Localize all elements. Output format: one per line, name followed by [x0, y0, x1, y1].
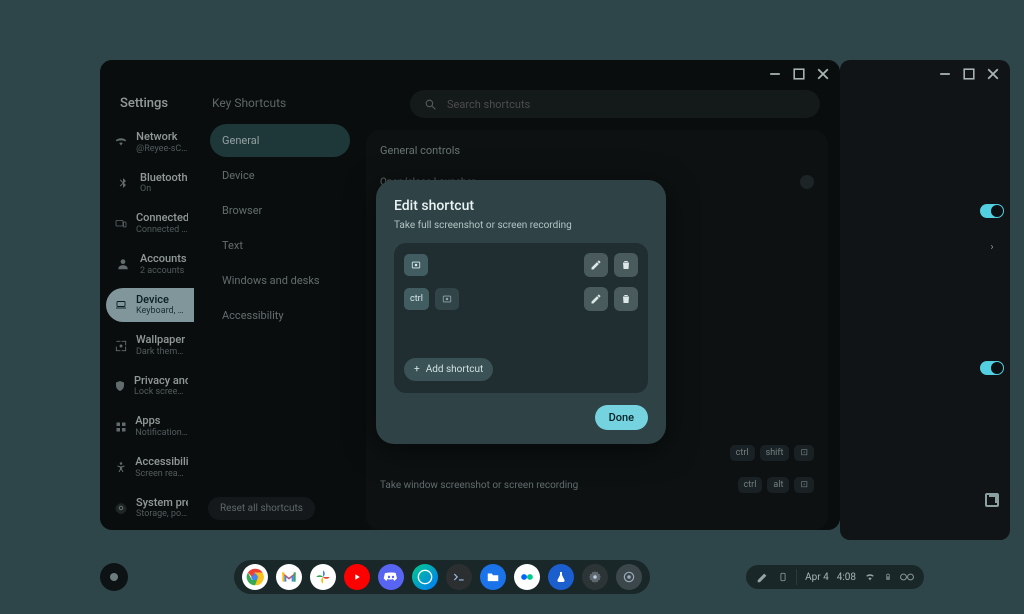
shelf-apps	[234, 560, 650, 594]
shortcut-slot-list: ctrl + Add shortcut	[394, 243, 648, 393]
edit-shortcut-button[interactable]	[584, 287, 608, 311]
edit-shortcut-dialog: Edit shortcut Take full screenshot or sc…	[376, 180, 666, 444]
shelf: Apr 4 4:08	[100, 560, 924, 594]
delete-shortcut-button[interactable]	[614, 287, 638, 311]
key-ctrl: ctrl	[404, 288, 429, 310]
app-gmail[interactable]	[276, 564, 302, 590]
tray-date: Apr 4	[805, 572, 829, 583]
app-files[interactable]	[480, 564, 506, 590]
pen-tray-icon[interactable]	[756, 570, 770, 584]
quick-settings-icon[interactable]	[900, 572, 914, 582]
app-labs[interactable]	[548, 564, 574, 590]
close-button-bg[interactable]	[986, 67, 1000, 81]
background-window: ›	[840, 60, 1010, 540]
maximize-button-bg[interactable]	[962, 67, 976, 81]
plus-icon: +	[414, 364, 420, 375]
app-discord[interactable]	[378, 564, 404, 590]
launcher-button[interactable]	[100, 563, 128, 591]
app-unknown-2[interactable]	[616, 564, 642, 590]
app-photos[interactable]	[310, 564, 336, 590]
done-button[interactable]: Done	[595, 405, 648, 430]
battery-tray-icon	[884, 571, 892, 583]
settings-window: Settings Network@Reyee-sC4DD_ BluetoothO…	[100, 60, 840, 530]
screenshot-key-icon	[404, 254, 428, 276]
chevron-right-icon: ›	[990, 242, 993, 253]
open-external-icon[interactable]	[985, 493, 999, 507]
tray-time: 4:08	[837, 572, 856, 583]
toggle-2[interactable]	[980, 361, 1004, 375]
add-shortcut-label: Add shortcut	[426, 364, 484, 375]
shortcut-slot: ctrl	[404, 287, 638, 311]
status-tray[interactable]: Apr 4 4:08	[746, 565, 924, 589]
screenshot-key-icon	[435, 288, 459, 310]
app-youtube[interactable]	[344, 564, 370, 590]
app-chrome[interactable]	[242, 564, 268, 590]
wifi-tray-icon	[864, 572, 876, 582]
maximize-button[interactable]	[792, 67, 806, 81]
phone-tray-icon[interactable]	[778, 570, 788, 584]
toggle-1[interactable]	[980, 204, 1004, 218]
shortcut-slot	[404, 253, 638, 277]
launcher-icon	[110, 573, 118, 581]
app-edge[interactable]	[412, 564, 438, 590]
edit-shortcut-button[interactable]	[584, 253, 608, 277]
app-unknown-1[interactable]	[514, 564, 540, 590]
minimize-button[interactable]	[768, 67, 782, 81]
delete-shortcut-button[interactable]	[614, 253, 638, 277]
app-settings[interactable]	[582, 564, 608, 590]
add-shortcut-button[interactable]: + Add shortcut	[404, 358, 493, 381]
dialog-title: Edit shortcut	[394, 198, 648, 214]
minimize-button-bg[interactable]	[938, 67, 952, 81]
app-terminal[interactable]	[446, 564, 472, 590]
close-button[interactable]	[816, 67, 830, 81]
dialog-description: Take full screenshot or screen recording	[394, 220, 648, 231]
